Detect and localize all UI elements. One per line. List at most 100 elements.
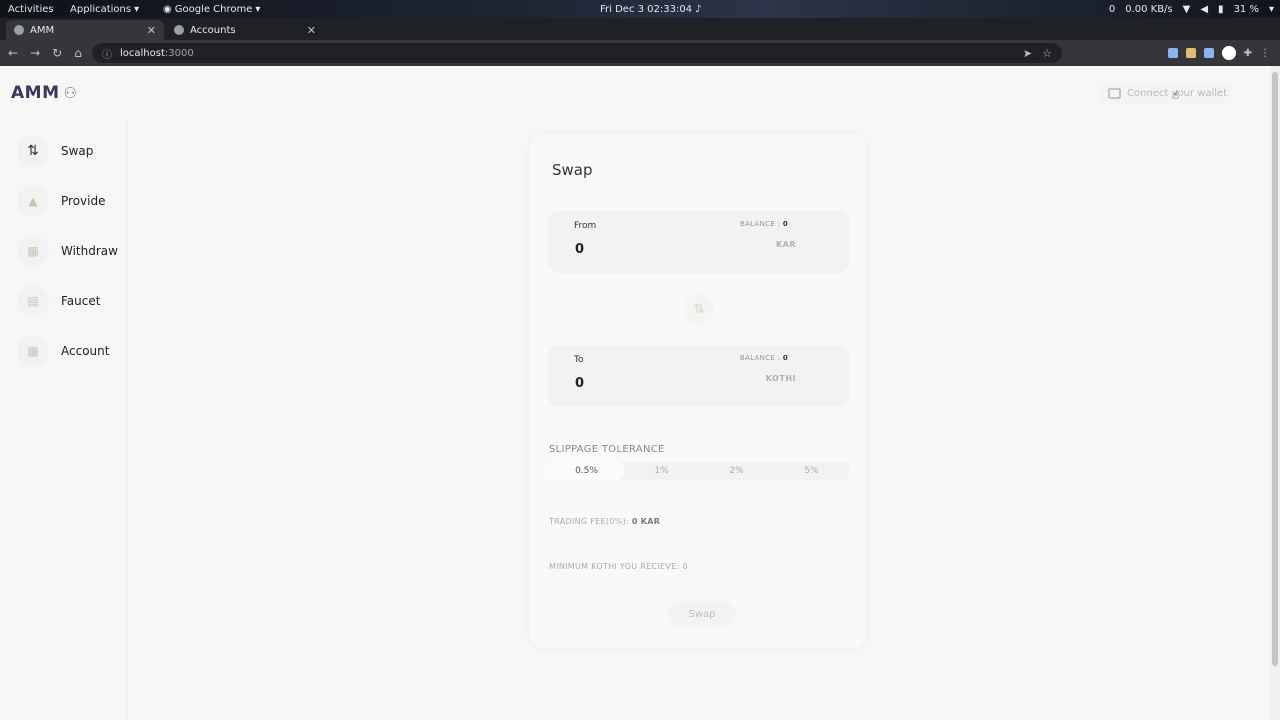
slippage-option[interactable]: 0.5% [549, 462, 624, 480]
sidebar-item-label: Swap [61, 144, 94, 158]
to-token-select[interactable]: KOTHI [766, 374, 796, 383]
sidebar-item-withdraw[interactable]: ▦ Withdraw [17, 233, 118, 269]
to-label: To [574, 355, 584, 365]
tab-title: Accounts [190, 24, 236, 36]
balance-value: 0 [782, 354, 788, 362]
puzzle-icon[interactable]: ✚ [1244, 48, 1252, 59]
slippage-option[interactable]: 1% [624, 462, 699, 480]
bell-icon: ♪ [695, 3, 702, 15]
swap-card: Swap From BALANCE : 0 0 KAR ⇅ To BALANCE… [530, 134, 866, 648]
slippage-title: SLIPPAGE TOLERANCE [549, 444, 665, 455]
chevron-down-icon: ▾ [134, 3, 140, 15]
address-bar[interactable]: ⓘ localhost:3000 ➤ ☆ [92, 43, 1062, 63]
chevron-down-icon: ▾ [255, 3, 261, 15]
app-header: AMM ⚇ Connect your wallet [0, 66, 1270, 122]
from-token-select[interactable]: KAR [776, 240, 796, 249]
datetime-text: Fri Dec 3 02:33:04 [600, 3, 693, 15]
back-icon[interactable]: ← [8, 46, 18, 60]
to-amount-input[interactable]: 0 [575, 376, 584, 391]
sidebar: ⇅ Swap ▲ Provide ▦ Withdraw ▤ Faucet ▦ A… [0, 122, 128, 720]
from-balance: BALANCE : 0 [740, 220, 788, 228]
volume-icon[interactable]: ◀ [1200, 4, 1208, 15]
sidebar-item-account[interactable]: ▦ Account [17, 333, 109, 369]
chrome-app-menu[interactable]: ◉ Google Chrome ▾ [163, 4, 260, 15]
from-label: From [574, 221, 597, 231]
applications-label: Applications [70, 3, 132, 15]
battery-level: 31 % [1233, 3, 1259, 15]
sidebar-item-label: Provide [61, 194, 106, 208]
tab-accounts[interactable]: Accounts ✕ [166, 20, 324, 40]
swap-submit-button[interactable]: Swap [668, 601, 736, 627]
mouse-pointer-icon: ☝ [1172, 88, 1180, 102]
balance-value: 0 [782, 220, 788, 228]
balance-label: BALANCE : [740, 220, 781, 228]
profile-avatar[interactable] [1221, 46, 1236, 60]
faucet-icon: ▤ [17, 285, 49, 317]
menu-icon[interactable]: ⋮ [1260, 48, 1270, 59]
account-icon: ▦ [17, 335, 49, 367]
slippage-option[interactable]: 5% [774, 462, 849, 480]
swap-direction-icon: ⇅ [693, 301, 705, 317]
provide-icon: ▲ [17, 185, 49, 217]
tab-amm[interactable]: AMM ✕ [6, 20, 164, 40]
info-icon[interactable]: ⓘ [102, 46, 112, 61]
close-icon[interactable]: ✕ [307, 24, 316, 37]
url-host: localhost [120, 47, 165, 59]
bookmark-star-icon[interactable]: ☆ [1042, 47, 1052, 60]
omnibox-actions: ➤ ☆ [1023, 47, 1052, 60]
sidebar-item-swap[interactable]: ⇅ Swap [17, 133, 93, 169]
switch-tokens-button[interactable]: ⇅ [684, 294, 714, 324]
wifi-icon[interactable]: ▼ [1183, 4, 1191, 15]
clock[interactable]: Fri Dec 3 02:33:04 ♪ [600, 4, 701, 15]
net-speed[interactable]: 0.00 KB/s [1125, 4, 1172, 15]
slippage-options: 0.5% 1% 2% 5% [549, 462, 849, 480]
from-token-box: From BALANCE : 0 0 KAR [548, 211, 850, 273]
trading-fee-value: 0 KAR [631, 517, 661, 526]
chevron-down-icon[interactable]: ▾ [1269, 4, 1274, 15]
slippage-option[interactable]: 2% [699, 462, 774, 480]
system-top-bar: Activities Applications ▾ ◉ Google Chrom… [0, 0, 1280, 18]
favicon-icon [174, 25, 184, 35]
extension-icon[interactable] [1185, 48, 1196, 58]
app-root: AMM ⚇ Connect your wallet ⇅ Swap ▲ Provi… [0, 66, 1270, 720]
chrome-app-label: Google Chrome [174, 3, 253, 15]
activities-button[interactable]: Activities [8, 4, 54, 15]
scrollbar-thumb[interactable] [1272, 72, 1278, 666]
battery-icon[interactable]: ▮ [1218, 4, 1224, 15]
browser-tab-strip: AMM ✕ Accounts ✕ + ⌄ – □ ✕ [0, 18, 1280, 54]
trading-fee: TRADING FEE(0%): 0 KAR [549, 517, 660, 526]
applications-menu[interactable]: Applications ▾ [70, 4, 139, 15]
balance-label: BALANCE : [740, 354, 781, 362]
tab-title: AMM [30, 24, 55, 36]
extensions-bar: ✚ ⋮ [1167, 46, 1270, 60]
forward-icon[interactable]: → [30, 46, 40, 60]
extension-icon[interactable] [1167, 48, 1178, 58]
page-scrollbar[interactable] [1270, 66, 1280, 720]
minimum-receive: MINIMUM KOTHI YOU RECIEVE: 0 [549, 562, 688, 571]
nav-buttons: ← → ↻ ⌂ [8, 46, 82, 60]
system-tray: 0 0.00 KB/s ▼ ◀ ▮ 31 % ▾ [1109, 4, 1274, 15]
home-icon[interactable]: ⌂ [74, 46, 82, 60]
logo-text: AMM [11, 83, 60, 103]
card-title: Swap [552, 161, 593, 179]
browser-toolbar: ← → ↻ ⌂ ⓘ localhost:3000 ➤ ☆ ✚ ⋮ [0, 40, 1280, 66]
sidebar-item-label: Faucet [61, 294, 101, 308]
sidebar-item-label: Withdraw [61, 244, 118, 258]
sidebar-item-provide[interactable]: ▲ Provide [17, 183, 105, 219]
close-icon[interactable]: ✕ [147, 24, 156, 37]
from-amount-input[interactable]: 0 [575, 242, 584, 257]
wallet-icon [1108, 87, 1121, 99]
extension-icon[interactable] [1203, 48, 1214, 58]
reload-icon[interactable]: ↻ [52, 46, 62, 60]
to-token-box: To BALANCE : 0 0 KOTHI [548, 345, 850, 407]
trading-fee-label: TRADING FEE(0%): [549, 517, 629, 526]
send-icon[interactable]: ➤ [1023, 47, 1032, 60]
globe-icon [14, 25, 24, 35]
to-balance: BALANCE : 0 [740, 354, 788, 362]
logo-people-icon: ⚇ [63, 84, 78, 102]
swap-arrows-icon: ⇅ [17, 135, 49, 167]
app-logo[interactable]: AMM ⚇ [11, 83, 77, 103]
sidebar-item-faucet[interactable]: ▤ Faucet [17, 283, 100, 319]
connect-wallet-button[interactable]: Connect your wallet [1098, 82, 1232, 104]
notification-count[interactable]: 0 [1109, 4, 1115, 15]
